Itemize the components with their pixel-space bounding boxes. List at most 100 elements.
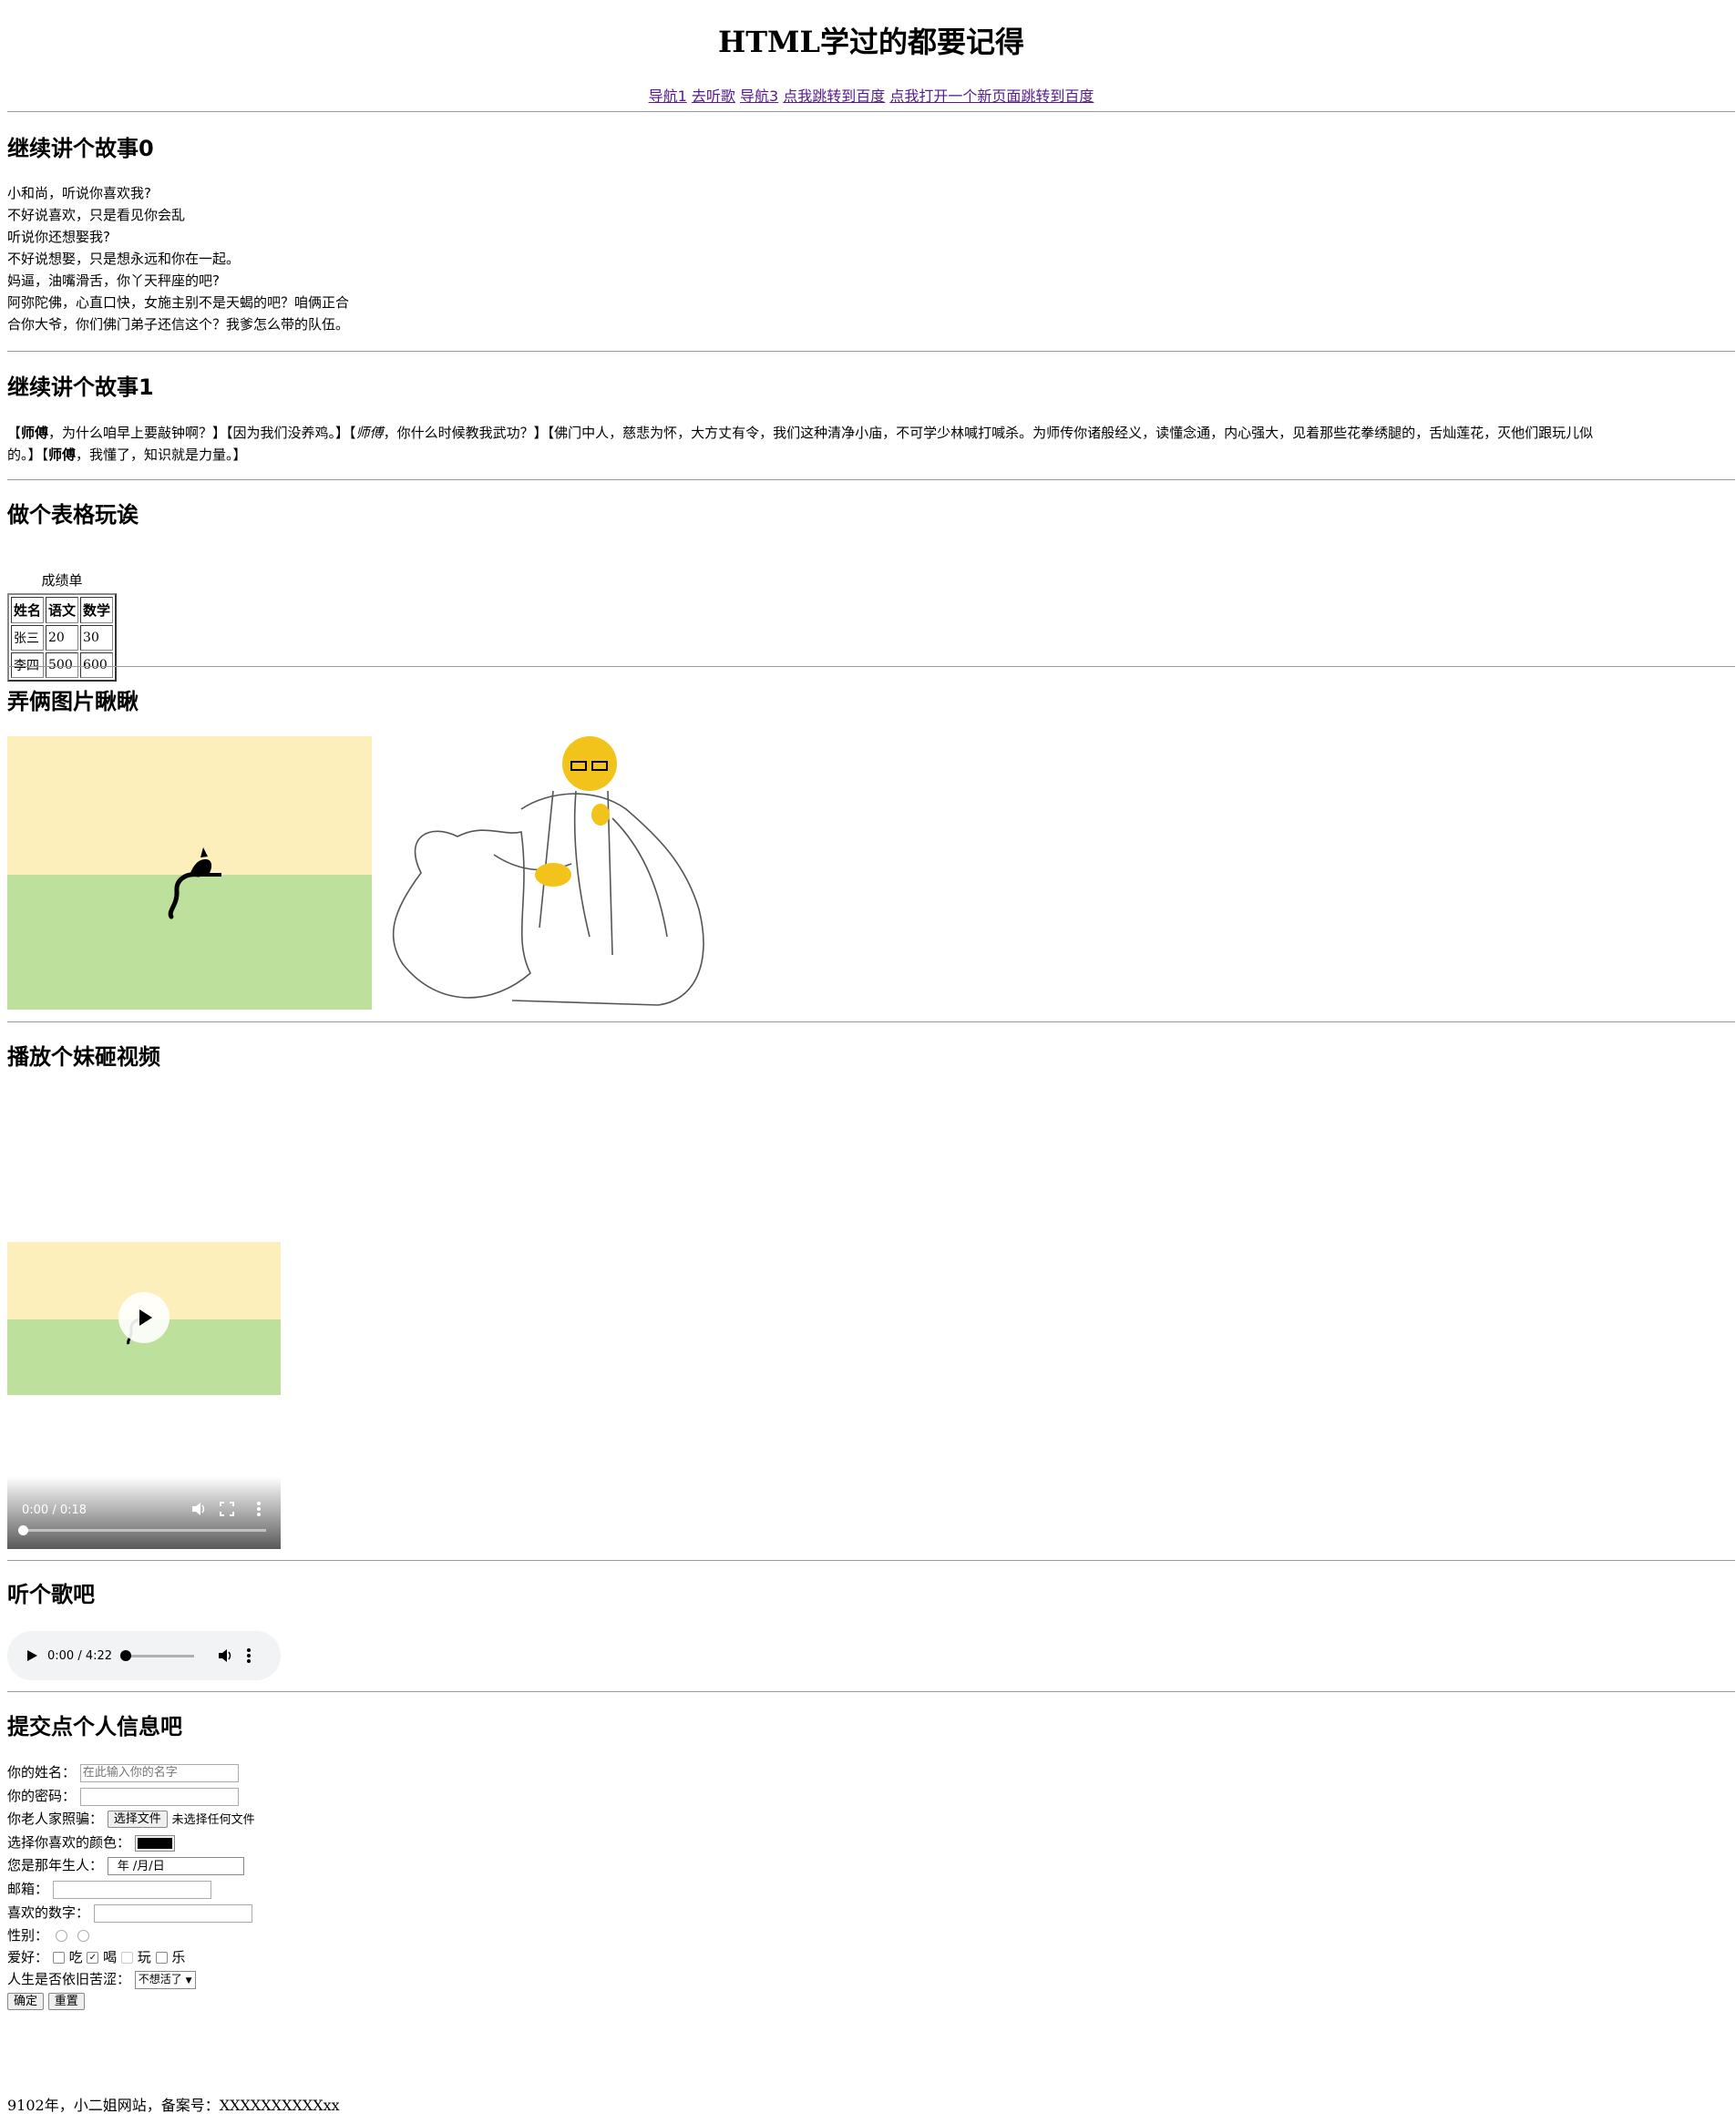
story1-title: 继续讲个故事1: [7, 375, 154, 400]
table-header: 语文: [46, 597, 79, 623]
dropdown-arrow-icon: ▼: [185, 1975, 192, 1985]
number-row: 喜欢的数字：: [7, 1903, 252, 1923]
hobby-checkbox[interactable]: [120, 1952, 133, 1964]
images-section-title: 弄俩图片瞅瞅: [7, 689, 139, 714]
story1-bold: 师傅: [48, 446, 77, 463]
more-options-icon[interactable]: [255, 1500, 262, 1518]
life-label: 人生是否依旧苦涩：: [7, 1971, 131, 1987]
gender-label: 性别：: [7, 1927, 49, 1944]
color-label: 选择你喜欢的颜色：: [7, 1834, 131, 1851]
table-cell: 20: [46, 625, 79, 651]
divider: [7, 1691, 1735, 1692]
audio-section-title: 听个歌吧: [7, 1582, 95, 1607]
table-row: 张三 20 30: [11, 625, 114, 651]
hobby-checkbox-checked[interactable]: ✓: [87, 1952, 99, 1964]
life-row: 人生是否依旧苦涩： 不想活了 ▼: [7, 1969, 196, 1989]
email-input[interactable]: [52, 1880, 211, 1899]
divider: [7, 1021, 1735, 1022]
story1-bold: 师傅: [21, 425, 49, 441]
play-icon: [139, 1309, 152, 1326]
birth-date-input[interactable]: 年 /月/日: [107, 1856, 244, 1875]
submit-button[interactable]: 确定: [7, 1992, 45, 2010]
video-progress-knob: [18, 1525, 28, 1535]
gender-radio[interactable]: [77, 1930, 89, 1942]
color-swatch: [137, 1837, 172, 1849]
story0-line: 不好说想娶，只是想永远和你在一起。: [7, 251, 241, 267]
story0-line: 合你大爷，你们佛门弟子还信这个？我爹怎么带的队伍。: [7, 316, 350, 333]
email-label: 邮箱：: [7, 1881, 49, 1897]
hobby-label: 爱好：: [7, 1949, 49, 1965]
hobby-row: 爱好： 吃 ✓ 喝 玩 乐: [7, 1947, 185, 1967]
birth-row: 您是那年生人： 年 /月/日: [7, 1855, 244, 1875]
choose-file-button[interactable]: 选择文件: [107, 1810, 168, 1828]
divider: [7, 111, 1735, 112]
color-picker[interactable]: [134, 1834, 175, 1852]
name-input[interactable]: [79, 1763, 239, 1782]
story1-seg: ，你什么时候教我武功？】【佛门中人，慈悲为怀，大方丈有令，我们这种清净小庙，不可…: [383, 425, 1594, 441]
number-label: 喜欢的数字：: [7, 1904, 90, 1921]
story0-title: 继续讲个故事0: [7, 136, 154, 161]
number-input[interactable]: [93, 1903, 252, 1923]
audio-player[interactable]: 0:00 / 4:22: [7, 1631, 281, 1680]
table-row: 李四 500 600: [11, 652, 114, 678]
table-cell: 30: [80, 625, 114, 651]
photo-row: 你老人家照骗： 选择文件 未选择任何文件: [7, 1809, 255, 1831]
fullscreen-icon[interactable]: [219, 1501, 235, 1517]
score-table: 成绩单 姓名 语文 数学 张三 20 30 李四 500 600: [7, 570, 118, 682]
table-header: 姓名: [11, 597, 45, 623]
password-input[interactable]: [79, 1787, 239, 1806]
more-options-icon[interactable]: [245, 1647, 252, 1665]
cat-image: [7, 736, 372, 1010]
reset-button[interactable]: 重置: [47, 1992, 85, 2010]
nav-link-baidu-new-tab[interactable]: 点我打开一个新页面跳转到百度: [889, 87, 1094, 105]
nav-link-1[interactable]: 导航1: [649, 87, 687, 105]
video-time: 0:00 / 0:18: [22, 1503, 87, 1517]
life-select[interactable]: 不想活了 ▼: [134, 1970, 196, 1989]
table-header-row: 姓名 语文 数学: [11, 597, 114, 623]
table-cell: 李四: [11, 652, 45, 678]
play-button[interactable]: [118, 1292, 169, 1343]
hobby-option: 乐: [171, 1949, 186, 1965]
hobby-option: 吃: [68, 1949, 83, 1965]
table-section-title: 做个表格玩诶: [7, 502, 139, 528]
hobby-option: 玩: [137, 1949, 151, 1965]
hobby-option: 喝: [103, 1949, 118, 1965]
story1-text: 【师傅，为什么咱早上要敲钟啊？】【因为我们没养鸡。】【师傅，你什么时候教我武功？…: [7, 425, 1594, 463]
nav-bar: 导航1 去听歌 导航3 点我跳转到百度 点我打开一个新页面跳转到百度: [7, 84, 1735, 106]
color-row: 选择你喜欢的颜色：: [7, 1832, 175, 1852]
table-header: 数学: [80, 597, 114, 623]
play-icon[interactable]: [26, 1648, 38, 1663]
password-label: 你的密码：: [7, 1788, 77, 1804]
email-row: 邮箱：: [7, 1879, 211, 1899]
story1-italic: 师傅: [355, 425, 384, 441]
video-section-title: 播放个妹砸视频: [7, 1044, 160, 1070]
video-player[interactable]: 0:00 / 0:18: [7, 1084, 281, 1549]
audio-progress[interactable]: [120, 1649, 195, 1661]
story0-line: 小和尚，听说你喜欢我?: [7, 185, 151, 201]
video-progress[interactable]: [18, 1525, 266, 1535]
gender-radio[interactable]: [55, 1930, 67, 1942]
hobby-checkbox[interactable]: [52, 1952, 65, 1964]
hobby-checkbox[interactable]: [155, 1952, 168, 1964]
table-caption: 成绩单: [41, 572, 83, 589]
table-cell: 600: [80, 652, 114, 678]
nav-link-music[interactable]: 去听歌: [692, 87, 735, 105]
divider: [7, 351, 1735, 352]
name-row: 你的姓名：: [7, 1762, 239, 1782]
file-status: 未选择任何文件: [171, 1813, 255, 1827]
story0-line: 听说你还想娶我?: [7, 229, 110, 245]
footer-text: 9102年，小二姐网站，备案号：XXXXXXXXXXxx: [7, 2097, 340, 2114]
volume-icon[interactable]: [190, 1500, 208, 1518]
nav-link-baidu[interactable]: 点我跳转到百度: [783, 87, 885, 105]
divider: [7, 1560, 1735, 1561]
story1-seg: ，我懂了，知识就是力量。】: [76, 446, 247, 463]
buttons-row: 确定 重置: [7, 1991, 85, 2012]
story0-text: 小和尚，听说你喜欢我? 不好说喜欢，只是看见你会乱 听说你还想娶我? 不好说想娶…: [7, 182, 349, 335]
name-label: 你的姓名：: [7, 1764, 77, 1780]
nav-link-3[interactable]: 导航3: [740, 87, 778, 105]
photo-label: 你老人家照骗：: [7, 1811, 104, 1827]
audio-time: 0:00 / 4:22: [47, 1648, 113, 1663]
volume-icon[interactable]: [216, 1647, 234, 1665]
story0-line: 不好说喜欢，只是看见你会乱: [7, 207, 186, 223]
divider: [7, 479, 1735, 480]
